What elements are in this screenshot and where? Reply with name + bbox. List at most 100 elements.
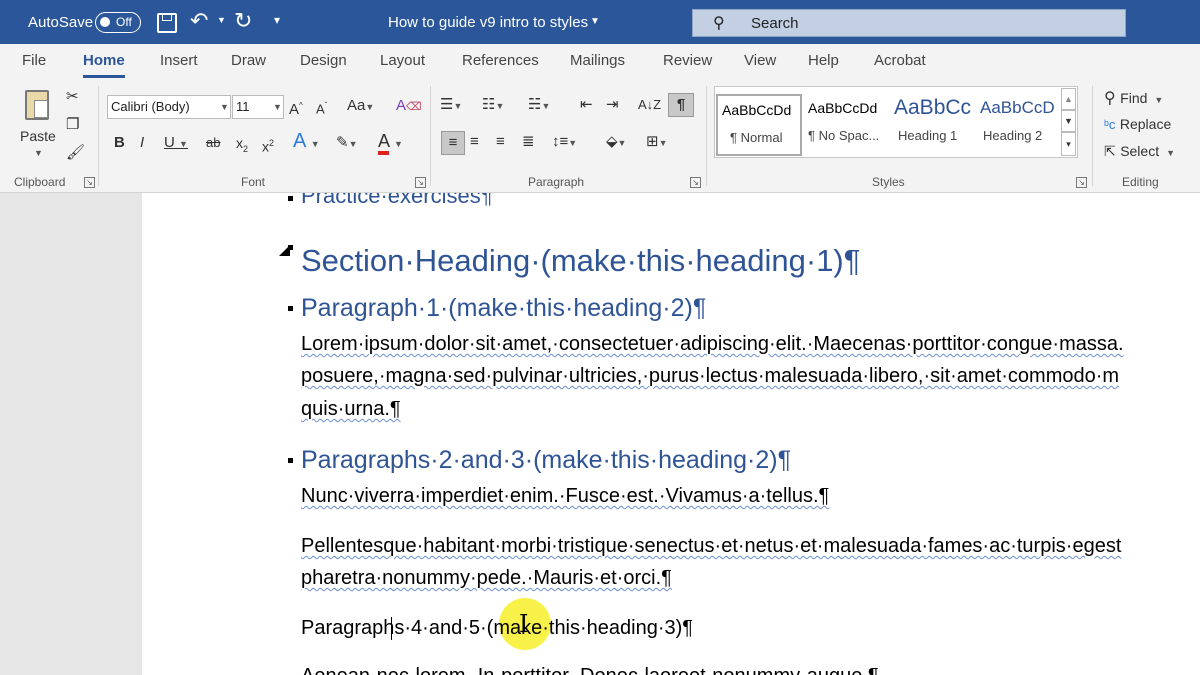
section-heading[interactable]: Section·Heading·(make·this·heading·1)¶ (301, 243, 860, 279)
style-no-spacing-name: ¶ No Spac... (808, 128, 880, 143)
paragraph-1-line-1[interactable]: Lorem·ipsum·dolor·sit·amet,·consectetuer… (301, 333, 1124, 356)
format-painter-icon[interactable]: 🖌 (66, 142, 85, 164)
copy-icon[interactable]: ❐ (66, 114, 79, 136)
strikethrough-icon[interactable]: ab (206, 132, 220, 154)
numbering-icon[interactable]: ☷▼ (482, 94, 504, 117)
style-heading-2[interactable]: AaBbCcD Heading 2 (976, 94, 1060, 156)
paragraphs-2-3-heading[interactable]: Paragraphs·2·and·3·(make·this·heading·2)… (301, 446, 791, 475)
tab-draw[interactable]: Draw (231, 52, 266, 69)
sort-icon[interactable]: A↓Z (638, 94, 661, 116)
increase-indent-icon[interactable]: ⇥ (606, 94, 619, 116)
font-size-box[interactable]: 11 ▼ (232, 95, 284, 119)
search-icon: ⚲ (713, 15, 725, 32)
select-label: Select (1120, 143, 1160, 159)
find-label: Find (1120, 90, 1148, 106)
paragraph-3-line-2[interactable]: pharetra·nonummy·pede.·Mauris·et·orci.¶ (301, 567, 672, 590)
justify-icon[interactable]: ≣ (522, 131, 535, 153)
title-dropdown-icon[interactable]: ▼ (590, 16, 600, 27)
paragraph-1-heading[interactable]: Paragraph·1·(make·this·heading·2)¶ (301, 294, 706, 323)
font-name-value: Calibri (Body) (111, 99, 190, 114)
tab-help[interactable]: Help (808, 52, 839, 69)
text-caret (391, 617, 392, 640)
bullets-icon[interactable]: ☰▼ (440, 94, 462, 117)
partial-paragraph-bottom[interactable]: Aenean·nec·lorem.·In·porttitor.·Donec·la… (301, 665, 879, 675)
autosave-state: Off (116, 15, 132, 29)
document-title[interactable]: How to guide v9 intro to styles (388, 14, 588, 31)
style-no-spacing[interactable]: AaBbCcDd ¶ No Spac... (804, 94, 890, 156)
paste-button[interactable]: Paste ▼ (18, 88, 58, 168)
paragraphs-4-5-line[interactable]: Paragraphs·4·and·5·(make·this·heading·3)… (301, 617, 693, 640)
document-area[interactable]: Practice·exercises¶ Section·Heading·(mak… (0, 193, 1200, 675)
style-heading-1-sample: AaBbCc (894, 96, 972, 119)
style-heading-1[interactable]: AaBbCc Heading 1 (890, 94, 976, 156)
decrease-indent-icon[interactable]: ⇤ (580, 94, 593, 116)
cut-icon[interactable]: ✂ (66, 86, 79, 108)
font-size-value: 11 (236, 99, 250, 114)
borders-icon[interactable]: ⊞▼ (646, 131, 668, 154)
undo-icon[interactable]: ↶ (190, 8, 208, 34)
select-dropdown-icon: ▼ (1163, 148, 1175, 158)
styles-scroll-down-icon[interactable]: ▼ (1061, 110, 1076, 132)
paste-dropdown-icon: ▼ (34, 148, 43, 158)
search-placeholder: Search (751, 15, 799, 32)
align-left-icon[interactable]: ≡ (441, 131, 465, 155)
grow-font-icon[interactable]: A^ (289, 95, 303, 121)
search-box[interactable]: ⚲ Search (692, 9, 1126, 37)
replace-icon: ᵇc (1104, 117, 1116, 132)
font-name-box[interactable]: Calibri (Body) ▼ (107, 95, 231, 119)
tab-acrobat[interactable]: Acrobat (874, 52, 926, 69)
select-icon: ⇱ (1104, 143, 1116, 159)
font-color-icon[interactable]: A ▼ (378, 130, 403, 155)
list-bullet (288, 196, 293, 201)
tab-design[interactable]: Design (300, 52, 347, 69)
styles-launcher-icon[interactable]: ↘ (1076, 177, 1087, 188)
change-case-icon[interactable]: Aa▼ (347, 95, 374, 118)
superscript-icon[interactable]: x2 (262, 132, 274, 158)
undo-dropdown-icon[interactable]: ▼ (217, 15, 226, 25)
show-formatting-marks-icon[interactable]: ¶ (668, 93, 694, 117)
tab-mailings[interactable]: Mailings (570, 52, 625, 69)
italic-icon[interactable]: I (140, 132, 144, 154)
clear-formatting-icon[interactable]: A⌫ (396, 95, 422, 118)
tab-home[interactable]: Home (83, 52, 125, 78)
underline-icon[interactable]: U ▼ (164, 132, 188, 155)
select-button[interactable]: ⇱ Select ▼ (1104, 143, 1175, 161)
customize-toolbar-icon[interactable]: ▾ (274, 13, 280, 27)
tab-file[interactable]: File (22, 52, 46, 69)
paragraph-3-line-1[interactable]: Pellentesque·habitant·morbi·tristique·se… (301, 535, 1121, 558)
paragraph-2-line[interactable]: Nunc·viverra·imperdiet·enim.·Fusce·est.·… (301, 485, 829, 508)
redo-icon[interactable]: ↻ (234, 8, 252, 34)
tab-references[interactable]: References (462, 52, 539, 69)
font-launcher-icon[interactable]: ↘ (415, 177, 426, 188)
list-bullet (288, 458, 293, 463)
autosave-toggle[interactable]: Off (95, 12, 141, 33)
paragraph-launcher-icon[interactable]: ↘ (690, 177, 701, 188)
style-normal[interactable]: AaBbCcDd ¶ Normal (716, 94, 802, 156)
styles-more-icon[interactable]: ▾ (1061, 132, 1076, 156)
align-right-icon[interactable]: ≡ (496, 131, 505, 153)
find-button[interactable]: ⚲ Find ▼ (1104, 88, 1163, 108)
paragraph-1-line-3[interactable]: quis·urna.¶ (301, 398, 401, 421)
multilevel-list-icon[interactable]: ☵▼ (528, 94, 550, 117)
paragraph-1-line-2[interactable]: posuere,·magna·sed·pulvinar·ultricies,·p… (301, 365, 1119, 388)
font-name-dropdown-icon: ▼ (220, 102, 229, 112)
tab-review[interactable]: Review (663, 52, 712, 69)
bold-icon[interactable]: B (114, 132, 125, 154)
save-icon[interactable] (157, 13, 177, 33)
shading-icon[interactable]: ⬙▼ (606, 131, 626, 154)
clipboard-launcher-icon[interactable]: ↘ (84, 177, 95, 188)
highlight-color-icon[interactable]: ✎▼ (336, 132, 358, 155)
tab-view[interactable]: View (744, 52, 776, 69)
shrink-font-icon[interactable]: Aˇ (316, 95, 327, 120)
styles-scroll-up-icon[interactable]: ▲ (1061, 88, 1076, 110)
text-effects-icon[interactable]: A ▼ (293, 130, 320, 155)
tab-layout[interactable]: Layout (380, 52, 425, 69)
partial-heading-practice[interactable]: Practice·exercises¶ (301, 193, 493, 209)
line-spacing-icon[interactable]: ↕≡▼ (552, 131, 577, 154)
tab-insert[interactable]: Insert (160, 52, 198, 69)
replace-button[interactable]: ᵇc Replace (1104, 116, 1171, 134)
subscript-icon[interactable]: x2 (236, 132, 248, 160)
document-page[interactable]: Practice·exercises¶ Section·Heading·(mak… (142, 193, 1200, 675)
font-group-label: Font (241, 175, 266, 189)
align-center-icon[interactable]: ≡ (470, 131, 479, 153)
